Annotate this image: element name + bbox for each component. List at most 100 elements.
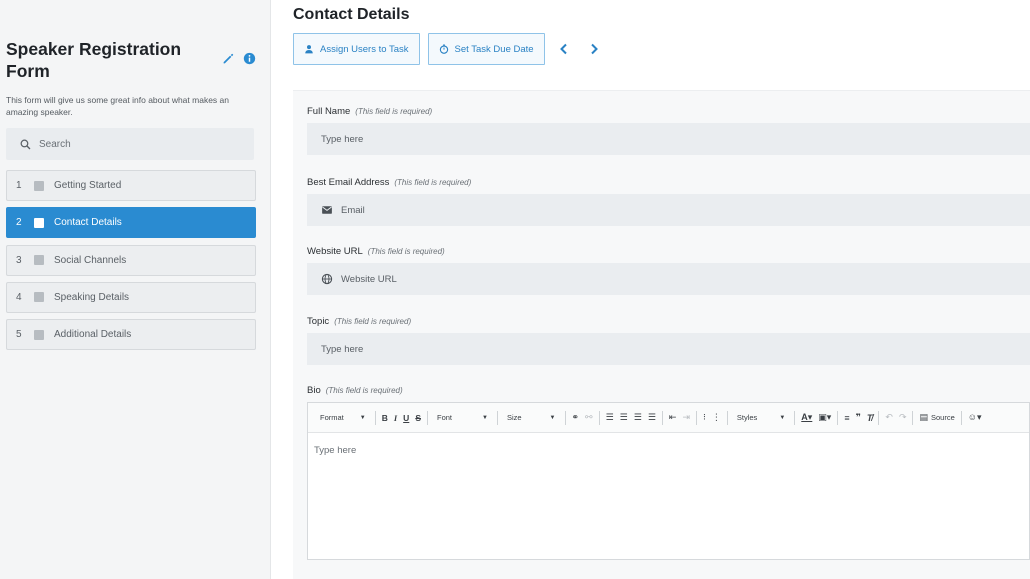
previous-step-button[interactable] xyxy=(553,38,575,60)
website-label: Website URL (This field is required) xyxy=(307,246,445,257)
topic-label: Topic (This field is required) xyxy=(307,316,411,327)
emoji-icon[interactable]: ☺▾ xyxy=(965,408,985,428)
step-label: Contact Details xyxy=(54,217,122,229)
search-input[interactable]: Search xyxy=(6,128,254,160)
topic-input[interactable]: Type here xyxy=(307,333,1030,365)
source-label: Source xyxy=(931,413,955,422)
toolbar-divider xyxy=(564,410,566,425)
step-list: 1 Getting Started 2 Contact Details 3 So… xyxy=(6,170,256,356)
step-number: 4 xyxy=(16,291,22,303)
envelope-icon xyxy=(322,206,332,214)
email-input[interactable]: Email xyxy=(307,194,1030,226)
form-description: This form will give us some great info a… xyxy=(6,95,229,117)
full-name-label: Full Name (This field is required) xyxy=(307,106,432,117)
text-color-icon[interactable]: A▾ xyxy=(798,408,815,428)
bio-editor-body[interactable]: Type here xyxy=(308,433,1029,468)
align-center-icon[interactable]: ☰ xyxy=(617,408,631,428)
pencil-icon[interactable] xyxy=(222,52,235,65)
website-placeholder: Website URL xyxy=(341,273,397,285)
horizontal-line-icon[interactable]: ≡ xyxy=(841,408,852,428)
required-note: (This field is required) xyxy=(367,247,445,256)
align-justify-icon[interactable]: ☰ xyxy=(645,408,659,428)
toolbar-divider xyxy=(661,410,663,425)
size-dropdown[interactable]: Size ▼ xyxy=(501,408,562,428)
outdent-icon[interactable]: ⇤ xyxy=(666,408,680,428)
toolbar-divider xyxy=(878,410,880,425)
align-left-icon[interactable]: ☰ xyxy=(603,408,617,428)
field-label-text: Topic xyxy=(307,316,330,327)
search-placeholder: Search xyxy=(39,138,71,150)
redo-icon[interactable]: ↷ xyxy=(896,408,910,428)
chevron-left-icon xyxy=(559,43,567,55)
source-icon: ▤ xyxy=(919,412,928,422)
size-dropdown-label: Size xyxy=(506,413,522,422)
bold-button[interactable]: B xyxy=(379,408,391,428)
step-number: 5 xyxy=(16,329,22,341)
globe-icon xyxy=(321,273,333,285)
topic-placeholder: Type here xyxy=(321,343,364,355)
step-number: 2 xyxy=(16,217,22,229)
search-icon xyxy=(20,139,31,149)
step-checkbox xyxy=(34,292,44,303)
step-checkbox xyxy=(34,180,44,191)
source-button[interactable]: ▤ Source xyxy=(916,408,957,428)
link-icon[interactable]: ⚭ xyxy=(569,408,583,428)
field-label-text: Best Email Address xyxy=(307,177,390,188)
full-name-input[interactable]: Type here xyxy=(307,123,1030,155)
editor-toolbar: Format ▼ B I U S Font ▼ Size ▼ ⚭ ⚯ ☰ ☰ ☰ ☰ … xyxy=(308,403,1029,433)
toolbar-divider xyxy=(837,410,839,425)
format-dropdown-label: Format xyxy=(320,413,344,422)
step-label: Social Channels xyxy=(54,254,127,266)
bio-label: Bio (This field is required) xyxy=(307,385,403,396)
page-title: Contact Details xyxy=(293,6,410,23)
undo-icon[interactable]: ↶ xyxy=(882,408,896,428)
toolbar-divider xyxy=(598,410,600,425)
toolbar-divider xyxy=(794,410,796,425)
step-social-channels[interactable]: 3 Social Channels xyxy=(6,244,256,276)
toolbar-divider xyxy=(374,410,376,425)
assign-users-label: Assign Users to Task xyxy=(320,43,409,55)
next-step-button[interactable] xyxy=(583,38,605,60)
background-color-icon[interactable]: ▣▾ xyxy=(815,408,834,428)
form-card: Full Name (This field is required) Type h… xyxy=(293,90,1030,579)
full-name-placeholder: Type here xyxy=(321,133,364,145)
step-getting-started[interactable]: 1 Getting Started xyxy=(6,170,256,201)
font-dropdown[interactable]: Font ▼ xyxy=(431,408,494,428)
step-checkbox xyxy=(34,217,44,228)
form-title: Speaker Registration Form xyxy=(6,39,182,81)
step-speaking-details[interactable]: 4 Speaking Details xyxy=(6,281,256,313)
styles-dropdown-label: Styles xyxy=(736,413,758,422)
required-note: (This field is required) xyxy=(394,178,472,187)
bio-placeholder: Type here xyxy=(314,445,357,456)
required-note: (This field is required) xyxy=(355,107,433,116)
format-dropdown[interactable]: Format ▼ xyxy=(314,408,372,428)
step-label: Getting Started xyxy=(54,180,122,191)
field-label-text: Full Name xyxy=(307,106,351,117)
styles-dropdown[interactable]: Styles ▼ xyxy=(731,408,791,428)
align-right-icon[interactable]: ☰ xyxy=(631,408,645,428)
email-label: Best Email Address (This field is require… xyxy=(307,177,471,188)
form-header: Speaker Registration Form xyxy=(6,38,262,82)
task-toolbar: Assign Users to Task Set Task Due Date xyxy=(293,33,605,65)
bio-rich-text-editor: Format ▼ B I U S Font ▼ Size ▼ ⚭ ⚯ ☰ ☰ ☰ ☰ … xyxy=(307,402,1030,560)
chevron-right-icon xyxy=(590,43,598,55)
email-placeholder: Email xyxy=(341,204,365,216)
dropdown-arrow-icon: ▼ xyxy=(482,414,488,421)
italic-button[interactable]: I xyxy=(391,408,400,428)
indent-icon[interactable]: ⇥ xyxy=(679,408,693,428)
unlink-icon[interactable]: ⚯ xyxy=(582,408,596,428)
underline-button[interactable]: U xyxy=(400,408,412,428)
strikethrough-button[interactable]: S xyxy=(412,408,424,428)
bulleted-list-icon[interactable]: ⁝ xyxy=(700,408,709,428)
numbered-list-icon[interactable]: ⋮ xyxy=(709,408,724,428)
website-input[interactable]: Website URL xyxy=(307,263,1030,295)
info-icon[interactable] xyxy=(243,52,256,65)
step-checkbox xyxy=(34,255,44,266)
set-due-date-button[interactable]: Set Task Due Date xyxy=(427,33,545,65)
assign-users-button[interactable]: Assign Users to Task xyxy=(293,33,420,65)
step-additional-details[interactable]: 5 Additional Details xyxy=(6,319,256,351)
step-contact-details[interactable]: 2 Contact Details xyxy=(6,207,256,239)
blockquote-icon[interactable]: ❞ xyxy=(853,408,864,428)
toolbar-divider xyxy=(426,410,428,425)
clear-formatting-icon[interactable]: T̸ xyxy=(864,408,876,428)
